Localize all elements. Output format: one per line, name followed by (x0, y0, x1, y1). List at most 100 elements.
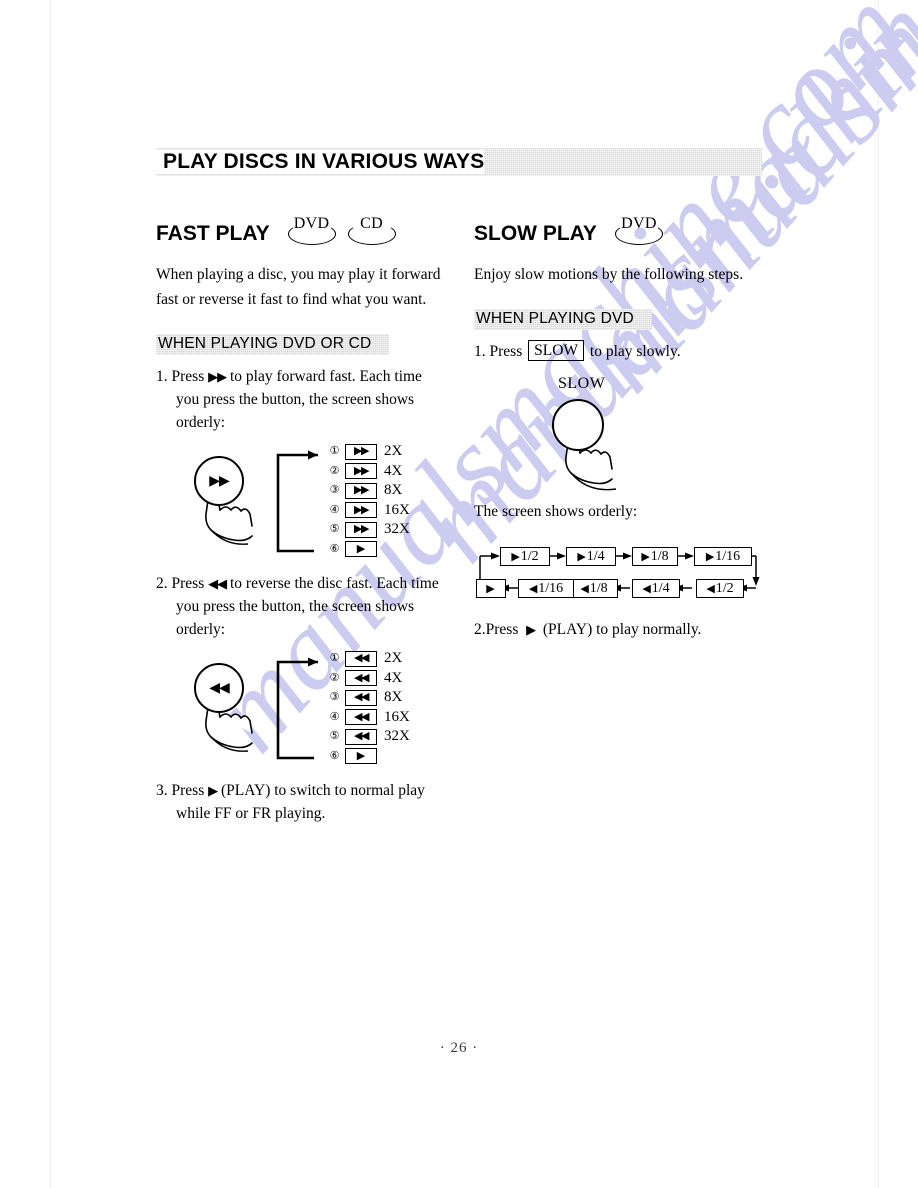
speed-label: 16X (384, 501, 410, 518)
slow-play-step-2: 2.Press ▶ (PLAY) to play normally. (474, 618, 762, 641)
play-icon: ▶ (345, 541, 377, 558)
fast-forward-icon: ▶▶ (345, 521, 377, 538)
step-1-prefix: 1. Press (474, 343, 523, 360)
slow-play-heading: SLOW PLAY (474, 222, 597, 245)
step-number: ⑤ (329, 730, 340, 743)
forward-speed-diagram: ▶▶ ① ▶▶ 2X ② ▶▶ 4X ③ ▶▶ 8X ④ ▶▶ 16X ⑤ ▶▶… (156, 442, 446, 562)
normal-play-box: ▶ (476, 579, 506, 598)
reverse-icon: ◀ (528, 582, 538, 595)
speed-row: ⑥ ▶ (326, 540, 446, 560)
fast-play-step-2: 2. Press ◀◀ to reverse the disc fast. Ea… (156, 572, 446, 641)
play-icon: ▶ (486, 582, 495, 595)
section-title-bar: PLAY DISCS IN VARIOUS WAYS (156, 148, 762, 176)
fast-play-intro: When playing a disc, you may play it for… (156, 266, 441, 308)
fast-reverse-icon: ◀◀ (345, 650, 377, 667)
manual-page: manualsmachine.com manualsmachine.com ma… (0, 0, 918, 1188)
reverse-loop-arrow (274, 657, 322, 763)
fast-forward-icon: ▶▶ (345, 443, 377, 460)
slow-forward-half: ▶ 1/2 (500, 547, 550, 566)
speed-label: 1/2 (520, 548, 539, 564)
speed-label: 1/16 (538, 580, 564, 596)
step-number: ⑥ (329, 749, 340, 762)
slow-button-icon (552, 399, 604, 451)
play-icon: ▶ (641, 550, 650, 563)
step-2-text: (PLAY) to play normally. (542, 621, 702, 638)
speed-row: ② ▶▶ 4X (326, 462, 446, 482)
speed-label: 16X (384, 708, 410, 725)
speed-row: ② ◀◀ 4X (326, 669, 446, 689)
speed-label: 4X (384, 669, 403, 686)
speed-row: ① ▶▶ 2X (326, 442, 446, 462)
fast-reverse-icon: ◀◀ (345, 670, 377, 687)
slow-reverse-eighth: ◀ 1/8 (570, 579, 618, 598)
slow-play-step-1: 1. Press SLOW to play slowly. (474, 340, 762, 363)
fast-reverse-icon: ◀◀ (345, 728, 377, 745)
reverse-icon: ◀ (706, 582, 715, 595)
step-number: ③ (329, 484, 340, 497)
speed-label: 1/16 (715, 548, 741, 564)
speed-label: 1/4 (586, 548, 605, 564)
speed-label: 1/2 (715, 580, 734, 596)
slow-key-icon: SLOW (528, 340, 585, 361)
scan-edge-left (50, 0, 51, 1188)
slow-reverse-half: ◀ 1/2 (696, 579, 744, 598)
fast-reverse-icon: ◀◀ (208, 576, 227, 591)
speed-label: 1/8 (650, 548, 669, 564)
step-1-prefix: 1. Press (156, 368, 205, 385)
fast-reverse-button-icon: ◀◀ (194, 663, 244, 713)
speed-label: 1/8 (589, 580, 608, 596)
fast-forward-icon: ▶▶ (208, 369, 227, 384)
play-icon: ▶ (208, 783, 218, 798)
speed-label: 8X (384, 482, 403, 499)
speed-label: 1/4 (651, 580, 670, 596)
play-icon: ▶ (526, 622, 536, 637)
slow-button-label: SLOW (558, 375, 606, 392)
step-number: ① (329, 445, 340, 458)
two-column-body: FAST PLAY DVD CD When playing a disc, yo… (156, 206, 762, 825)
fast-forward-icon: ▶▶ (345, 482, 377, 499)
fast-play-step-1: 1. Press ▶▶ to play forward fast. Each t… (156, 365, 446, 434)
dvd-badge: DVD (286, 215, 338, 245)
slow-speed-flow-diagram: ▶ 1/2 ▶ 1/4 ▶ 1/8 ▶ 1/16 ◀ 1/2 ◀ 1/4 ◀ 1… (474, 542, 762, 608)
fast-reverse-icon: ◀◀ (345, 709, 377, 726)
column-fast-play: FAST PLAY DVD CD When playing a disc, yo… (156, 206, 446, 825)
fast-play-subheading: WHEN PLAYING DVD OR CD (156, 334, 389, 355)
slow-forward-eighth: ▶ 1/8 (632, 547, 678, 566)
fast-forward-icon: ▶▶ (345, 502, 377, 519)
slow-play-subheading: WHEN PLAYING DVD (474, 309, 652, 330)
speed-row: ⑤ ◀◀ 32X (326, 727, 446, 747)
dvd-badge-label: DVD (293, 215, 330, 232)
speed-label: 4X (384, 462, 403, 479)
reverse-speed-list: ① ◀◀ 2X ② ◀◀ 4X ③ ◀◀ 8X ④ ◀◀ 16X ⑤ ◀◀ 32… (326, 649, 446, 766)
column-slow-play: SLOW PLAY DVD Enjoy slow motions by the … (474, 206, 762, 825)
forward-press-button-illustration: ▶▶ (194, 456, 253, 576)
speed-label: 8X (384, 689, 403, 706)
slow-play-heading-row: SLOW PLAY DVD (474, 206, 762, 246)
speed-row: ④ ◀◀ 16X (326, 708, 446, 728)
fast-play-disc-badges: DVD CD (286, 215, 406, 246)
page-title: PLAY DISCS IN VARIOUS WAYS (156, 150, 485, 174)
forward-loop-arrow (274, 450, 322, 556)
slow-press-button-illustration: SLOW (474, 375, 762, 491)
speed-row: ③ ▶▶ 8X (326, 481, 446, 501)
fast-forward-button-icon: ▶▶ (194, 456, 244, 506)
page-number: · 26 · (439, 1040, 479, 1056)
step-number: ⑤ (329, 523, 340, 536)
fast-reverse-icon: ◀◀ (345, 689, 377, 706)
speed-label: 32X (384, 521, 410, 538)
speed-row: ③ ◀◀ 8X (326, 688, 446, 708)
reverse-icon: ◀ (642, 582, 651, 595)
step-number: ④ (329, 503, 340, 516)
fast-forward-icon: ▶▶ (345, 463, 377, 480)
step-number: ② (329, 671, 340, 684)
play-icon: ▶ (511, 550, 520, 563)
play-icon: ▶ (705, 550, 715, 563)
reverse-press-button-illustration: ◀◀ (194, 663, 253, 783)
step-number: ③ (329, 691, 340, 704)
slow-forward-sixteenth: ▶ 1/16 (694, 547, 752, 566)
page-content: PLAY DISCS IN VARIOUS WAYS FAST PLAY DVD… (156, 148, 762, 825)
fast-play-step-3: 3. Press ▶ (PLAY) to switch to normal pl… (156, 779, 446, 825)
slow-reverse-sixteenth: ◀ 1/16 (518, 579, 574, 598)
reverse-speed-diagram: ◀◀ ① ◀◀ 2X ② ◀◀ 4X ③ ◀◀ 8X ④ ◀◀ 16X ⑤ ◀◀… (156, 649, 446, 769)
step-2-prefix: 2.Press (474, 621, 519, 638)
